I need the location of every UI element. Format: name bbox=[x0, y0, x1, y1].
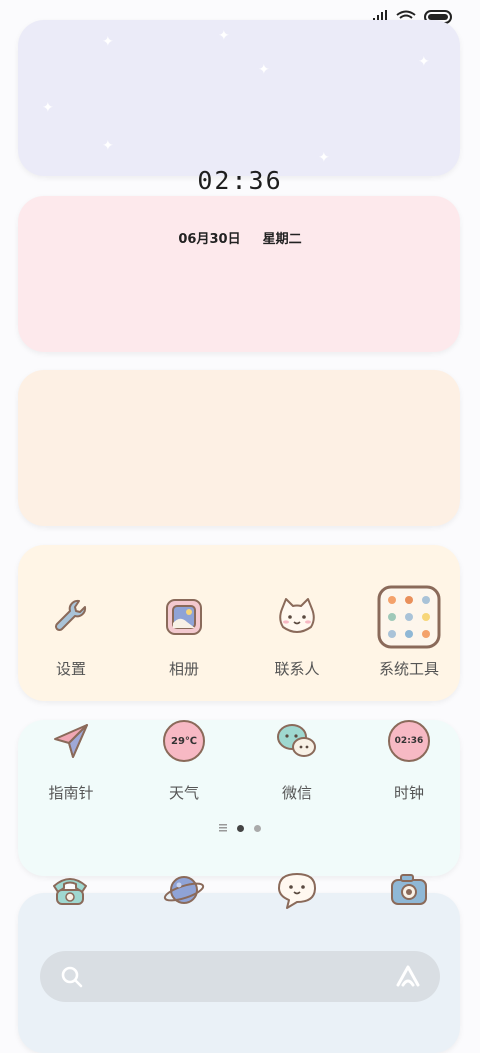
sparkle-icon: ✦ bbox=[318, 150, 330, 166]
app-label: 天气 bbox=[168, 784, 199, 802]
widget-card-lavender: ✦ ✦ ✦ ✦ ✦ ✦ ✦ bbox=[18, 20, 460, 176]
app-gallery[interactable]: 相册 bbox=[129, 582, 239, 679]
folder-grid-icon bbox=[377, 585, 441, 649]
planet-icon bbox=[163, 876, 205, 904]
sparkle-icon: ✦ bbox=[42, 100, 54, 116]
app-label: 相册 bbox=[168, 660, 199, 678]
app-label: 指南针 bbox=[48, 784, 94, 802]
weather-temp: 29℃ bbox=[170, 735, 198, 747]
page-dot[interactable] bbox=[254, 824, 261, 832]
sparkle-icon: ✦ bbox=[418, 54, 430, 70]
sparkle-icon: ✦ bbox=[218, 28, 230, 44]
cat-face-icon bbox=[279, 598, 315, 633]
app-contacts[interactable]: 联系人 bbox=[242, 582, 352, 679]
weather-badge-icon: 29℃ bbox=[163, 720, 205, 762]
app-label: 时钟 bbox=[393, 784, 424, 802]
clock-time[interactable]: 02:36 bbox=[0, 166, 480, 195]
paper-plane-icon bbox=[54, 724, 88, 758]
app-settings[interactable]: 设置 bbox=[16, 582, 126, 679]
widget-card-pink[interactable] bbox=[18, 196, 460, 352]
app-weather[interactable]: 29℃ 天气 bbox=[129, 706, 239, 803]
page-dot-active[interactable] bbox=[237, 824, 244, 832]
app-label: 系统工具 bbox=[378, 660, 439, 678]
app-label: 联系人 bbox=[274, 660, 320, 678]
page-indicator[interactable] bbox=[0, 824, 480, 832]
wrench-icon bbox=[54, 599, 87, 632]
dock-browser[interactable] bbox=[162, 868, 206, 912]
app-clock[interactable]: 02:36 时钟 bbox=[354, 706, 464, 803]
date-weekday: 星期二 bbox=[262, 232, 302, 247]
widget-card-peach[interactable] bbox=[18, 370, 460, 526]
app-system-tools[interactable]: 系统工具 bbox=[354, 582, 464, 679]
app-label: 微信 bbox=[281, 784, 312, 802]
photo-album-icon bbox=[166, 599, 202, 635]
sparkle-icon: ✦ bbox=[102, 34, 114, 50]
telephone-icon bbox=[53, 878, 87, 905]
date-row: 06月30日 星期二 bbox=[0, 228, 480, 247]
menu-lines-icon bbox=[219, 824, 227, 832]
dock-phone[interactable] bbox=[48, 868, 92, 912]
sparkle-icon: ✦ bbox=[102, 138, 114, 154]
search-icon bbox=[61, 966, 83, 988]
search-bar[interactable] bbox=[40, 951, 440, 1002]
app-compass[interactable]: 指南针 bbox=[16, 706, 126, 803]
dock-messages[interactable] bbox=[275, 868, 319, 912]
app-wechat[interactable]: 微信 bbox=[242, 706, 352, 803]
dock-camera[interactable] bbox=[387, 868, 431, 912]
clock-badge-time: 02:36 bbox=[394, 736, 424, 746]
date-day: 06月30日 bbox=[178, 232, 241, 247]
message-bubble-icon bbox=[278, 873, 316, 909]
chat-bubbles-icon bbox=[277, 724, 316, 757]
assistant-icon[interactable] bbox=[394, 963, 422, 989]
clock-badge-icon: 02:36 bbox=[388, 720, 430, 762]
app-label: 设置 bbox=[55, 660, 86, 678]
sparkle-icon: ✦ bbox=[258, 62, 270, 78]
camera-icon bbox=[391, 874, 427, 905]
